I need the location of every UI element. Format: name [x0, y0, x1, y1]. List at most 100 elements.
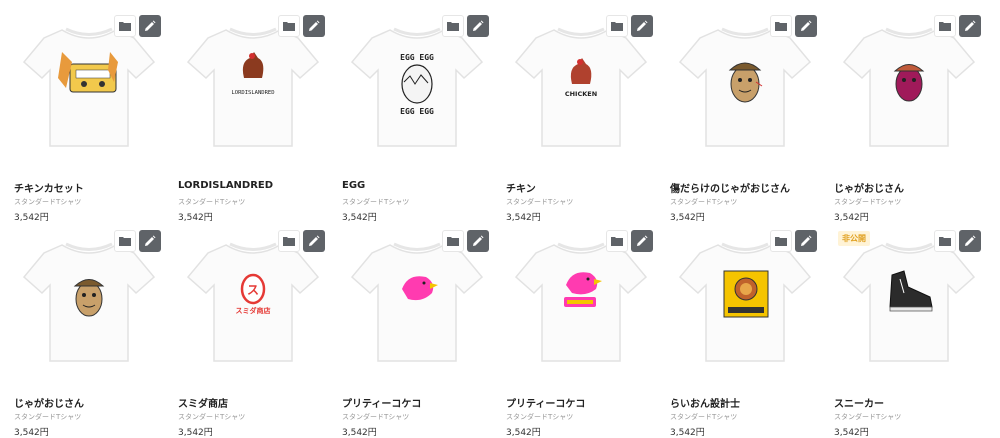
print-text: LORDISLANDRED [231, 90, 274, 96]
product-type: スタンダードTシャツ [14, 413, 82, 421]
product-thumbnail[interactable]: 非公開 [834, 227, 984, 379]
folder-icon [447, 22, 459, 31]
pencil-icon [145, 235, 156, 246]
product-type: スタンダードTシャツ [178, 413, 246, 421]
folder-icon [775, 237, 787, 246]
product-card[interactable]: じゃがおじさん スタンダードTシャツ 3,542円 [834, 12, 984, 223]
product-thumbnail[interactable] [342, 227, 492, 379]
product-title[interactable]: スニーカー [834, 395, 884, 410]
folder-icon [939, 22, 951, 31]
product-price: 3,542円 [670, 428, 705, 438]
folder-button[interactable] [606, 230, 628, 252]
pencil-icon [801, 235, 812, 246]
product-card[interactable]: 傷だらけのじゃがおじさん スタンダードTシャツ 3,542円 [670, 12, 820, 223]
product-card[interactable]: CHICKEN チキン スタンダードTシャツ 3,542円 [506, 12, 656, 223]
edit-button[interactable] [303, 15, 325, 37]
svg-text:ス: ス [247, 283, 259, 297]
product-title[interactable]: らいおん設計士 [670, 395, 740, 410]
product-card[interactable]: らいおん設計士 スタンダードTシャツ 3,542円 [670, 227, 820, 438]
pencil-icon [965, 20, 976, 31]
folder-icon [119, 237, 131, 246]
product-thumbnail[interactable]: CHICKEN [506, 12, 656, 164]
edit-button[interactable] [959, 230, 981, 252]
product-title[interactable]: 傷だらけのじゃがおじさん [670, 180, 790, 195]
folder-icon [611, 237, 623, 246]
folder-button[interactable] [770, 15, 792, 37]
print-text: EGG EGG [400, 107, 434, 116]
product-type: スタンダードTシャツ [834, 198, 902, 206]
product-thumbnail[interactable]: LORDISLANDRED [178, 12, 328, 164]
product-thumbnail[interactable]: ス スミダ商店 [178, 227, 328, 379]
edit-button[interactable] [467, 230, 489, 252]
product-price: 3,542円 [14, 428, 49, 438]
product-thumbnail[interactable] [670, 12, 820, 164]
product-thumbnail[interactable] [506, 227, 656, 379]
product-price: 3,542円 [14, 213, 49, 223]
product-card[interactable]: プリティーコケコ スタンダードTシャツ 3,542円 [342, 227, 492, 438]
folder-button[interactable] [278, 15, 300, 37]
edit-button[interactable] [631, 15, 653, 37]
potato-man-design [73, 279, 105, 317]
folder-button[interactable] [934, 230, 956, 252]
pencil-icon [801, 20, 812, 31]
product-price: 3,542円 [342, 428, 377, 438]
product-card[interactable]: EGG EGG EGG EGG EGG スタンダードTシャツ 3,542円 [342, 12, 492, 223]
product-type: スタンダードTシャツ [670, 198, 738, 206]
folder-button[interactable] [278, 230, 300, 252]
product-price: 3,542円 [834, 213, 869, 223]
folder-button[interactable] [114, 230, 136, 252]
product-thumbnail[interactable] [14, 12, 164, 164]
product-price: 3,542円 [506, 213, 541, 223]
product-thumbnail[interactable] [670, 227, 820, 379]
product-card[interactable]: LORDISLANDRED LORDISLANDRED スタンダードTシャツ 3… [178, 12, 328, 223]
edit-button[interactable] [139, 15, 161, 37]
product-title[interactable]: スミダ商店 [178, 395, 228, 410]
folder-icon [119, 22, 131, 31]
folder-button[interactable] [114, 15, 136, 37]
product-type: スタンダードTシャツ [178, 198, 246, 206]
folder-icon [939, 237, 951, 246]
folder-button[interactable] [442, 230, 464, 252]
product-card[interactable]: チキンカセット スタンダードTシャツ 3,542円 [14, 12, 164, 223]
product-price: 3,542円 [834, 428, 869, 438]
product-type: スタンダードTシャツ [670, 413, 738, 421]
product-title[interactable]: チキン [506, 180, 536, 195]
product-price: 3,542円 [506, 428, 541, 438]
pencil-icon [309, 235, 320, 246]
folder-icon [283, 22, 295, 31]
folder-button[interactable] [442, 15, 464, 37]
product-type: スタンダードTシャツ [506, 413, 574, 421]
edit-button[interactable] [467, 15, 489, 37]
product-title[interactable]: LORDISLANDRED [178, 180, 273, 191]
edit-button[interactable] [139, 230, 161, 252]
product-title[interactable]: チキンカセット [14, 180, 84, 195]
product-title[interactable]: EGG [342, 180, 365, 191]
product-title[interactable]: プリティーコケコ [506, 395, 585, 410]
product-title[interactable]: プリティーコケコ [342, 395, 421, 410]
edit-button[interactable] [631, 230, 653, 252]
pencil-icon [145, 20, 156, 31]
folder-icon [283, 237, 295, 246]
product-thumbnail[interactable] [14, 227, 164, 379]
print-text: スミダ商店 [236, 306, 271, 315]
product-thumbnail[interactable]: EGG EGG EGG EGG [342, 12, 492, 164]
edit-button[interactable] [795, 15, 817, 37]
folder-button[interactable] [934, 15, 956, 37]
product-grid: チキンカセット スタンダードTシャツ 3,542円 LORDISLANDRED … [0, 0, 1000, 438]
product-card[interactable]: プリティーコケコ スタンダードTシャツ 3,542円 [506, 227, 656, 438]
product-card[interactable]: 非公開 スニーカー スタンダードTシャツ 3,542円 [834, 227, 984, 438]
print-text: EGG EGG [400, 53, 434, 62]
product-card[interactable]: ス スミダ商店 スミダ商店 スタンダードTシャツ 3,542円 [178, 227, 328, 438]
folder-icon [611, 22, 623, 31]
edit-button[interactable] [795, 230, 817, 252]
folder-button[interactable] [606, 15, 628, 37]
edit-button[interactable] [959, 15, 981, 37]
product-title[interactable]: じゃがおじさん [14, 395, 84, 410]
private-badge: 非公開 [838, 231, 870, 246]
edit-button[interactable] [303, 230, 325, 252]
product-thumbnail[interactable] [834, 12, 984, 164]
pencil-icon [965, 235, 976, 246]
product-title[interactable]: じゃがおじさん [834, 180, 904, 195]
product-card[interactable]: じゃがおじさん スタンダードTシャツ 3,542円 [14, 227, 164, 438]
folder-button[interactable] [770, 230, 792, 252]
